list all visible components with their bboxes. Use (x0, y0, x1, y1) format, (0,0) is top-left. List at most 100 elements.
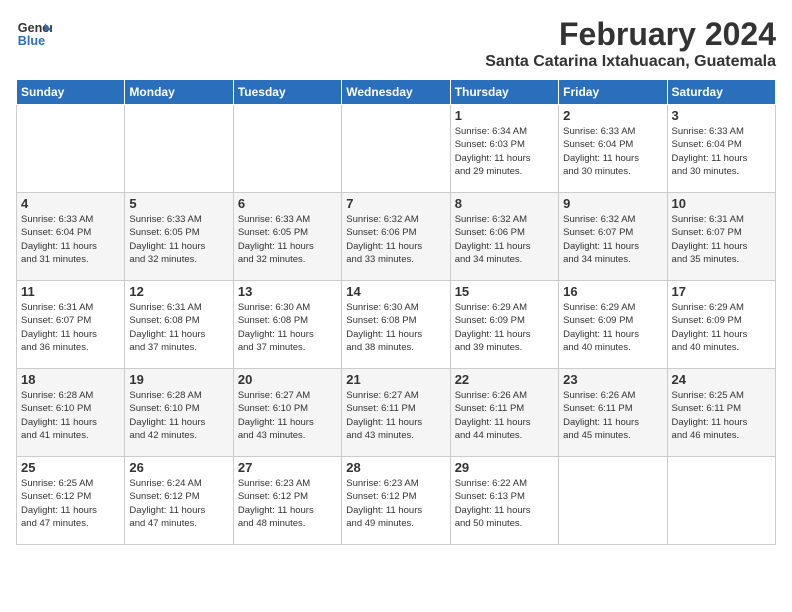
calendar-cell: 19 Sunrise: 6:28 AM Sunset: 6:10 PM Dayli… (125, 369, 233, 457)
month-title: February 2024 (485, 16, 776, 53)
day-info: Sunrise: 6:28 AM Sunset: 6:10 PM Dayligh… (129, 389, 228, 442)
day-info: Sunrise: 6:31 AM Sunset: 6:07 PM Dayligh… (21, 301, 120, 354)
day-number: 14 (346, 284, 445, 299)
calendar-cell (233, 105, 341, 193)
day-number: 9 (563, 196, 662, 211)
day-number: 20 (238, 372, 337, 387)
calendar-cell: 10 Sunrise: 6:31 AM Sunset: 6:07 PM Dayli… (667, 193, 775, 281)
day-info: Sunrise: 6:33 AM Sunset: 6:04 PM Dayligh… (563, 125, 662, 178)
day-number: 11 (21, 284, 120, 299)
day-info: Sunrise: 6:29 AM Sunset: 6:09 PM Dayligh… (455, 301, 554, 354)
day-info: Sunrise: 6:26 AM Sunset: 6:11 PM Dayligh… (455, 389, 554, 442)
calendar-cell: 26 Sunrise: 6:24 AM Sunset: 6:12 PM Dayli… (125, 457, 233, 545)
day-info: Sunrise: 6:33 AM Sunset: 6:05 PM Dayligh… (238, 213, 337, 266)
calendar-cell: 29 Sunrise: 6:22 AM Sunset: 6:13 PM Dayli… (450, 457, 558, 545)
calendar-cell: 21 Sunrise: 6:27 AM Sunset: 6:11 PM Dayli… (342, 369, 450, 457)
day-info: Sunrise: 6:29 AM Sunset: 6:09 PM Dayligh… (672, 301, 771, 354)
calendar-cell: 28 Sunrise: 6:23 AM Sunset: 6:12 PM Dayli… (342, 457, 450, 545)
day-info: Sunrise: 6:25 AM Sunset: 6:12 PM Dayligh… (21, 477, 120, 530)
calendar-cell: 2 Sunrise: 6:33 AM Sunset: 6:04 PM Daylig… (559, 105, 667, 193)
calendar-cell: 9 Sunrise: 6:32 AM Sunset: 6:07 PM Daylig… (559, 193, 667, 281)
day-info: Sunrise: 6:24 AM Sunset: 6:12 PM Dayligh… (129, 477, 228, 530)
calendar-week-3: 11 Sunrise: 6:31 AM Sunset: 6:07 PM Dayli… (17, 281, 776, 369)
day-number: 2 (563, 108, 662, 123)
day-number: 19 (129, 372, 228, 387)
svg-text:Blue: Blue (18, 34, 45, 48)
calendar-header-row: SundayMondayTuesdayWednesdayThursdayFrid… (17, 80, 776, 105)
calendar-cell: 11 Sunrise: 6:31 AM Sunset: 6:07 PM Dayli… (17, 281, 125, 369)
day-number: 13 (238, 284, 337, 299)
day-header-wednesday: Wednesday (342, 80, 450, 105)
day-number: 15 (455, 284, 554, 299)
calendar-cell: 23Sunrise: 6:26 AM Sunset: 6:11 PM Dayli… (559, 369, 667, 457)
calendar-cell: 17 Sunrise: 6:29 AM Sunset: 6:09 PM Dayli… (667, 281, 775, 369)
day-header-tuesday: Tuesday (233, 80, 341, 105)
calendar-cell: 6 Sunrise: 6:33 AM Sunset: 6:05 PM Daylig… (233, 193, 341, 281)
day-number: 23 (563, 372, 662, 387)
day-info: Sunrise: 6:32 AM Sunset: 6:07 PM Dayligh… (563, 213, 662, 266)
calendar-cell: 15 Sunrise: 6:29 AM Sunset: 6:09 PM Dayli… (450, 281, 558, 369)
calendar-cell: 4 Sunrise: 6:33 AM Sunset: 6:04 PM Daylig… (17, 193, 125, 281)
day-info: Sunrise: 6:31 AM Sunset: 6:08 PM Dayligh… (129, 301, 228, 354)
logo-icon: General Blue (16, 16, 52, 52)
page-header: General Blue February 2024 Santa Catarin… (16, 16, 776, 71)
calendar-week-2: 4 Sunrise: 6:33 AM Sunset: 6:04 PM Daylig… (17, 193, 776, 281)
calendar-cell: 25 Sunrise: 6:25 AM Sunset: 6:12 PM Dayli… (17, 457, 125, 545)
day-number: 6 (238, 196, 337, 211)
day-number: 12 (129, 284, 228, 299)
day-info: Sunrise: 6:28 AM Sunset: 6:10 PM Dayligh… (21, 389, 120, 442)
day-info: Sunrise: 6:31 AM Sunset: 6:07 PM Dayligh… (672, 213, 771, 266)
day-info: Sunrise: 6:30 AM Sunset: 6:08 PM Dayligh… (238, 301, 337, 354)
day-header-sunday: Sunday (17, 80, 125, 105)
day-info: Sunrise: 6:22 AM Sunset: 6:13 PM Dayligh… (455, 477, 554, 530)
calendar-cell: 12 Sunrise: 6:31 AM Sunset: 6:08 PM Dayli… (125, 281, 233, 369)
calendar-cell: 16 Sunrise: 6:29 AM Sunset: 6:09 PM Dayli… (559, 281, 667, 369)
calendar-cell: 27Sunrise: 6:23 AM Sunset: 6:12 PM Dayli… (233, 457, 341, 545)
calendar-cell: 24Sunrise: 6:25 AM Sunset: 6:11 PM Dayli… (667, 369, 775, 457)
calendar-cell: 20 Sunrise: 6:27 AM Sunset: 6:10 PM Dayli… (233, 369, 341, 457)
day-number: 25 (21, 460, 120, 475)
calendar-cell: 1Sunrise: 6:34 AM Sunset: 6:03 PM Daylig… (450, 105, 558, 193)
title-block: February 2024 Santa Catarina Ixtahuacan,… (485, 16, 776, 71)
day-number: 3 (672, 108, 771, 123)
day-header-saturday: Saturday (667, 80, 775, 105)
calendar-week-1: 1Sunrise: 6:34 AM Sunset: 6:03 PM Daylig… (17, 105, 776, 193)
calendar-cell: 18Sunrise: 6:28 AM Sunset: 6:10 PM Dayli… (17, 369, 125, 457)
day-number: 10 (672, 196, 771, 211)
day-number: 28 (346, 460, 445, 475)
day-info: Sunrise: 6:25 AM Sunset: 6:11 PM Dayligh… (672, 389, 771, 442)
day-info: Sunrise: 6:27 AM Sunset: 6:10 PM Dayligh… (238, 389, 337, 442)
day-number: 22 (455, 372, 554, 387)
calendar-cell: 22 Sunrise: 6:26 AM Sunset: 6:11 PM Dayli… (450, 369, 558, 457)
location-subtitle: Santa Catarina Ixtahuacan, Guatemala (485, 53, 776, 71)
day-number: 16 (563, 284, 662, 299)
day-header-thursday: Thursday (450, 80, 558, 105)
day-info: Sunrise: 6:33 AM Sunset: 6:05 PM Dayligh… (129, 213, 228, 266)
calendar-table: SundayMondayTuesdayWednesdayThursdayFrid… (16, 79, 776, 545)
day-number: 29 (455, 460, 554, 475)
calendar-cell (342, 105, 450, 193)
day-number: 26 (129, 460, 228, 475)
calendar-cell: 3 Sunrise: 6:33 AM Sunset: 6:04 PM Daylig… (667, 105, 775, 193)
day-info: Sunrise: 6:33 AM Sunset: 6:04 PM Dayligh… (672, 125, 771, 178)
calendar-cell (667, 457, 775, 545)
day-number: 5 (129, 196, 228, 211)
day-info: Sunrise: 6:29 AM Sunset: 6:09 PM Dayligh… (563, 301, 662, 354)
day-number: 4 (21, 196, 120, 211)
day-info: Sunrise: 6:27 AM Sunset: 6:11 PM Dayligh… (346, 389, 445, 442)
day-number: 7 (346, 196, 445, 211)
day-info: Sunrise: 6:32 AM Sunset: 6:06 PM Dayligh… (346, 213, 445, 266)
day-info: Sunrise: 6:23 AM Sunset: 6:12 PM Dayligh… (238, 477, 337, 530)
day-number: 17 (672, 284, 771, 299)
calendar-week-5: 25 Sunrise: 6:25 AM Sunset: 6:12 PM Dayli… (17, 457, 776, 545)
day-info: Sunrise: 6:23 AM Sunset: 6:12 PM Dayligh… (346, 477, 445, 530)
day-number: 1 (455, 108, 554, 123)
calendar-cell: 7 Sunrise: 6:32 AM Sunset: 6:06 PM Daylig… (342, 193, 450, 281)
calendar-cell (559, 457, 667, 545)
calendar-cell: 8Sunrise: 6:32 AM Sunset: 6:06 PM Daylig… (450, 193, 558, 281)
day-number: 8 (455, 196, 554, 211)
day-info: Sunrise: 6:33 AM Sunset: 6:04 PM Dayligh… (21, 213, 120, 266)
day-number: 21 (346, 372, 445, 387)
day-header-monday: Monday (125, 80, 233, 105)
logo: General Blue (16, 16, 52, 52)
